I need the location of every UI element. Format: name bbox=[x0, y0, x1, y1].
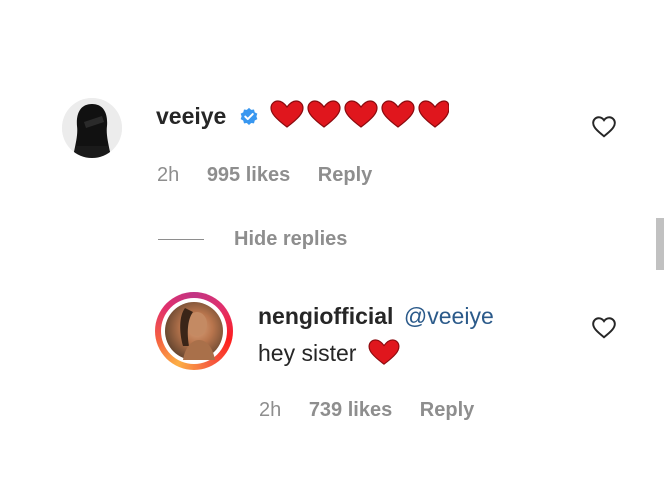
hide-replies-label: Hide replies bbox=[234, 228, 348, 250]
comment-reply-button[interactable]: Reply bbox=[318, 164, 372, 186]
reply-meta: 2h 739 likes Reply bbox=[259, 399, 496, 422]
reply-text: hey sister bbox=[258, 340, 357, 366]
reply-mention[interactable]: @veeiye bbox=[404, 303, 494, 329]
comment-time: 2h bbox=[157, 164, 180, 186]
reply-likes[interactable]: 739 likes bbox=[309, 399, 392, 421]
red-heart-emoji bbox=[368, 339, 400, 365]
avatar-story-ring-inner bbox=[161, 298, 227, 364]
avatar-photo bbox=[165, 302, 223, 360]
hide-replies-button[interactable]: Hide replies bbox=[158, 228, 347, 251]
reply-heart-emoji bbox=[367, 339, 401, 372]
heart-outline-icon bbox=[592, 317, 616, 339]
avatar-nengiofficial[interactable] bbox=[155, 292, 233, 370]
comment-meta: 2h 995 likes Reply bbox=[157, 164, 394, 187]
comment-username[interactable]: veeiye bbox=[156, 103, 226, 129]
reply-username[interactable]: nengiofficial bbox=[258, 303, 393, 329]
reply-time: 2h bbox=[259, 399, 282, 421]
hide-replies-divider bbox=[158, 239, 204, 240]
like-comment-button[interactable] bbox=[591, 114, 617, 140]
like-reply-button[interactable] bbox=[591, 315, 617, 341]
verified-badge-icon bbox=[239, 107, 259, 132]
reply-text-line: hey sister bbox=[258, 339, 401, 372]
reply-reply-button[interactable]: Reply bbox=[420, 399, 474, 421]
reply-header: nengiofficial @veeiye bbox=[258, 303, 494, 330]
comment-body: veeiye bbox=[156, 100, 450, 135]
avatar-veeiye[interactable] bbox=[62, 98, 122, 158]
comments-panel: veeiye 2h 995 likes Reply Hide replies n… bbox=[0, 0, 664, 497]
red-hearts-emoji bbox=[270, 100, 450, 128]
heart-outline-icon bbox=[592, 116, 616, 138]
comment-likes[interactable]: 995 likes bbox=[207, 164, 290, 186]
comment-hearts bbox=[269, 100, 450, 135]
scrollbar-thumb[interactable] bbox=[656, 218, 664, 270]
